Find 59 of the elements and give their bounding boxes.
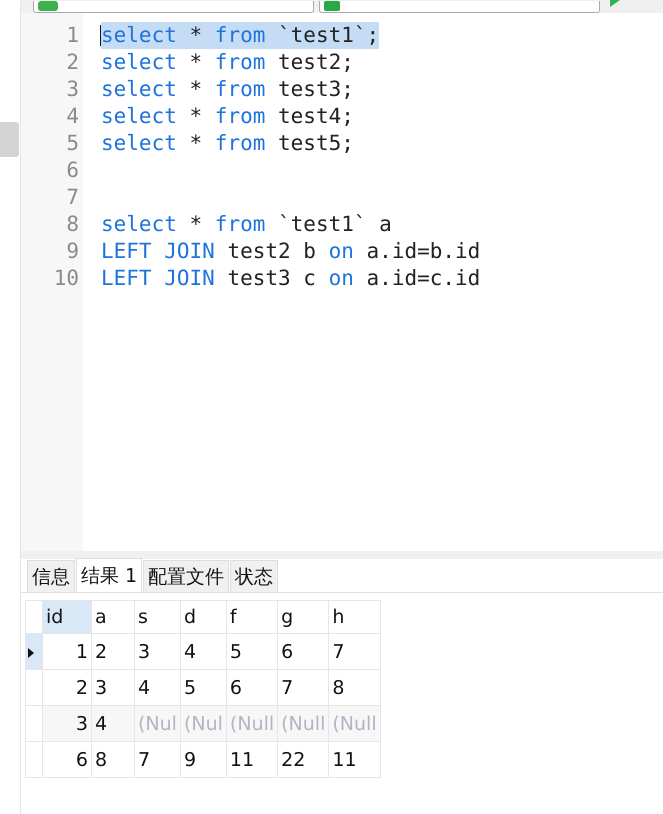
line-number: 5 bbox=[65, 130, 79, 157]
table-cell: 11 bbox=[328, 742, 380, 778]
table-cell: 8 bbox=[92, 742, 134, 778]
code-line: select * from test2; bbox=[101, 49, 354, 76]
database-dropdown[interactable] bbox=[319, 1, 600, 13]
code-line: LEFT JOIN test2 b on a.id=b.id bbox=[101, 238, 480, 265]
table-cell: 3 bbox=[42, 706, 92, 742]
table-cell: 6 bbox=[278, 634, 329, 670]
column-header[interactable]: a bbox=[92, 600, 134, 634]
connection-dropdown[interactable] bbox=[33, 1, 314, 13]
text-cursor bbox=[100, 25, 101, 46]
table-cell: 3 bbox=[134, 634, 180, 670]
table-cell: 1 bbox=[42, 634, 92, 670]
tab[interactable]: 状态 bbox=[230, 560, 278, 592]
connection-icon bbox=[37, 1, 59, 13]
line-number: 1 bbox=[65, 22, 79, 49]
table-cell: 4 bbox=[92, 706, 134, 742]
code-line: select * from test5; bbox=[101, 130, 354, 157]
line-number: 4 bbox=[65, 103, 79, 130]
table-cell: 7 bbox=[328, 634, 380, 670]
line-number: 9 bbox=[65, 238, 79, 265]
column-header[interactable]: s bbox=[134, 600, 180, 634]
table-cell: 5 bbox=[226, 634, 278, 670]
table-cell: (Null bbox=[278, 706, 329, 742]
tab[interactable]: 信息 bbox=[27, 560, 75, 592]
table-cell: 4 bbox=[180, 634, 226, 670]
line-number: 7 bbox=[65, 184, 79, 211]
code-line: select * from test4; bbox=[101, 103, 354, 130]
table-cell: (Null bbox=[226, 706, 278, 742]
tab[interactable]: 配置文件 bbox=[143, 560, 230, 592]
code-line: LEFT JOIN test3 c on a.id=c.id bbox=[101, 265, 480, 292]
run-icon[interactable] bbox=[609, 0, 621, 8]
scrollbar-thumb[interactable] bbox=[0, 122, 19, 157]
column-header[interactable]: d bbox=[180, 600, 226, 634]
table-cell: (Null bbox=[328, 706, 380, 742]
code-line: select * from test3; bbox=[101, 76, 354, 103]
tab[interactable]: 结果 1 bbox=[76, 558, 142, 592]
table-cell: 9 bbox=[180, 742, 226, 778]
database-icon bbox=[323, 1, 341, 13]
line-number: 6 bbox=[65, 157, 79, 184]
code-line: select * from `test1` a bbox=[101, 211, 392, 238]
table-cell: 22 bbox=[278, 742, 329, 778]
table-cell: (Nul bbox=[180, 706, 226, 742]
table-cell: 2 bbox=[92, 634, 134, 670]
table-cell: 11 bbox=[226, 742, 278, 778]
column-header[interactable]: g bbox=[278, 600, 329, 634]
column-header[interactable]: h bbox=[328, 600, 380, 634]
row-indicator[interactable] bbox=[26, 634, 42, 670]
table-cell: 7 bbox=[134, 742, 180, 778]
table-cell: (Nul bbox=[134, 706, 180, 742]
column-header[interactable]: f bbox=[226, 600, 278, 634]
line-number: 3 bbox=[65, 76, 79, 103]
current-row-icon bbox=[28, 648, 34, 658]
line-number: 2 bbox=[65, 49, 79, 76]
line-number: 10 bbox=[52, 265, 79, 292]
line-number: 8 bbox=[65, 211, 79, 238]
column-header[interactable]: id bbox=[42, 600, 92, 634]
splitter-bar[interactable] bbox=[21, 551, 663, 559]
table-cell: 6 bbox=[42, 742, 92, 778]
